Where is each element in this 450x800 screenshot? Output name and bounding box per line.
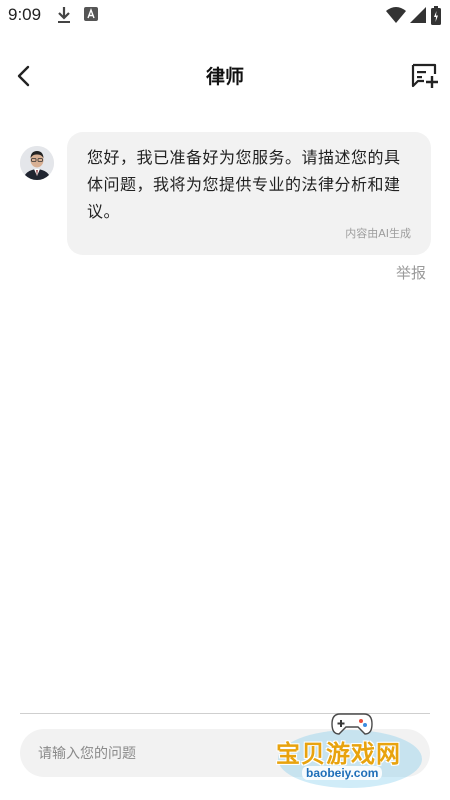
status-time: 9:09: [8, 5, 42, 24]
app-notification-icon: [84, 7, 98, 21]
message-text: 您好，我已准备好为您服务。请描述您的具体问题，我将为您提供专业的法律分析和建议。: [87, 148, 401, 221]
battery-icon: [431, 6, 441, 25]
wifi-icon: [386, 7, 406, 23]
new-chat-button[interactable]: [410, 62, 440, 90]
watermark-text: 宝贝游戏网: [276, 740, 401, 768]
ai-generated-note: 内容由AI生成: [345, 227, 411, 240]
page-title: 律师: [205, 66, 244, 88]
watermark-url: baobeiy.com: [302, 766, 383, 780]
status-bar: 9:09: [0, 0, 450, 32]
download-icon: [58, 7, 70, 23]
new-chat-icon: [411, 63, 438, 88]
gamepad-icon: [331, 713, 373, 735]
report-link[interactable]: 举报: [396, 262, 426, 283]
lawyer-avatar[interactable]: [20, 146, 54, 180]
assistant-message-bubble: 您好，我已准备好为您服务。请描述您的具体问题，我将为您提供专业的法律分析和建议。…: [67, 132, 431, 255]
lawyer-portrait-icon: [20, 146, 54, 180]
signal-icon: [410, 7, 426, 23]
site-watermark: 宝贝游戏网 baobeiy.com: [272, 710, 428, 792]
app-header: 律师: [0, 50, 450, 102]
